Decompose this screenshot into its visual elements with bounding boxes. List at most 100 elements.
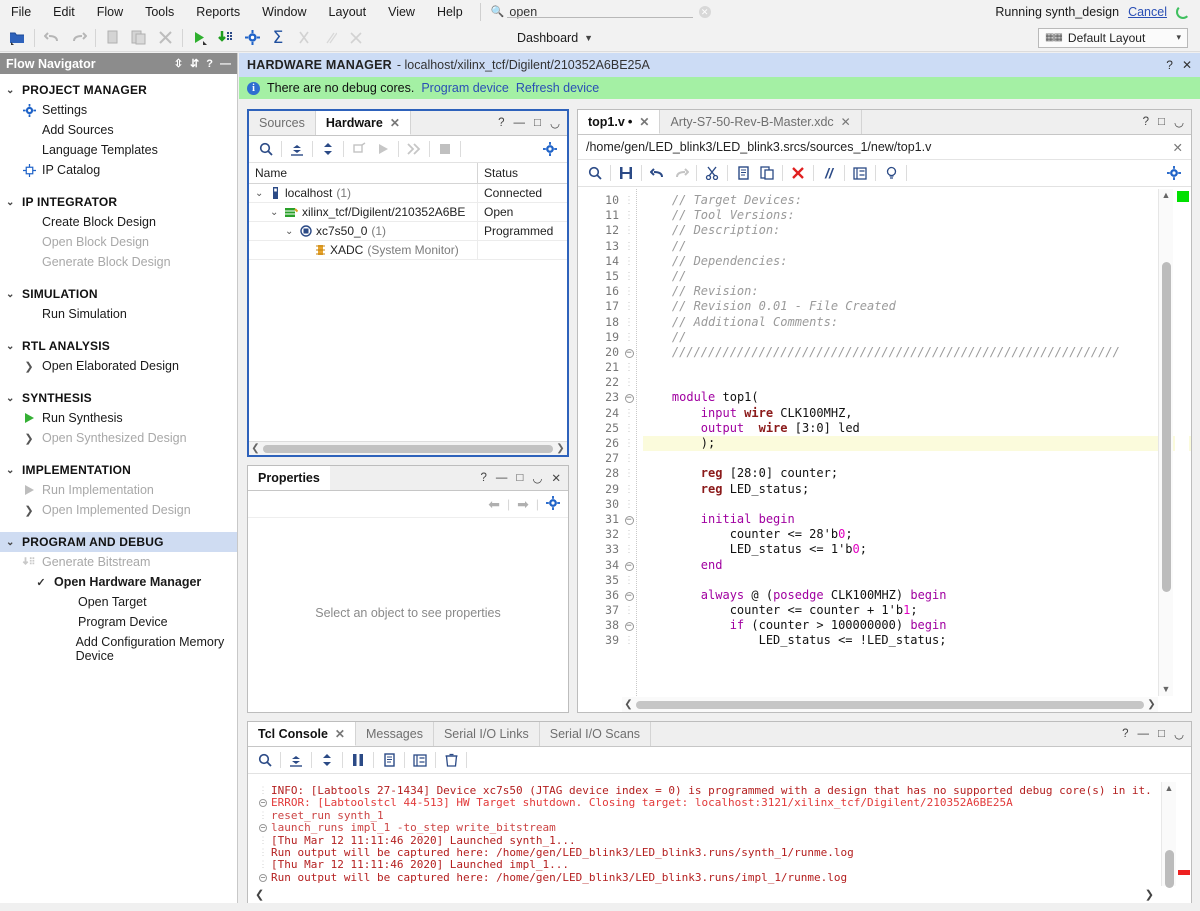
- tcl-hscrollbar[interactable]: ❮ ❯: [249, 887, 1160, 902]
- code-line[interactable]: [643, 573, 1191, 588]
- flow-item-settings[interactable]: Settings: [0, 100, 237, 120]
- flow-section-implementation[interactable]: ⌄ IMPLEMENTATION: [0, 460, 237, 480]
- editor-code[interactable]: // Target Devices: // Tool Versions: // …: [636, 189, 1191, 696]
- close-icon[interactable]: ✕: [639, 115, 649, 129]
- tab-serial-io-scans[interactable]: Serial I/O Scans: [540, 722, 652, 746]
- flow-item-open-target[interactable]: Open Target: [0, 592, 237, 612]
- scroll-thumb[interactable]: [263, 444, 553, 453]
- scroll-thumb[interactable]: [1165, 850, 1174, 888]
- help-icon[interactable]: ?: [206, 58, 213, 70]
- code-line[interactable]: if (counter > 100000000) begin: [643, 618, 1191, 633]
- scroll-right-icon[interactable]: ❯: [554, 443, 567, 454]
- scroll-down-icon[interactable]: ▼: [1162, 683, 1171, 696]
- tab-sources[interactable]: Sources: [249, 111, 316, 135]
- flow-item-run-simulation[interactable]: Run Simulation: [0, 304, 237, 324]
- tcl-fold-column[interactable]: ⋮ − ⋮ − ⋮ ⋮ ⋮ −: [255, 785, 271, 886]
- comment-icon[interactable]: //: [817, 162, 841, 184]
- tab-top1-v[interactable]: top1.v • ✕: [578, 110, 661, 134]
- expand-twisty-icon[interactable]: ⌄: [255, 188, 266, 199]
- maximize-icon[interactable]: □: [1158, 728, 1165, 740]
- program-device-link[interactable]: Program device: [421, 81, 509, 95]
- code-line[interactable]: [643, 375, 1191, 390]
- clear-search-icon[interactable]: ✕: [698, 5, 711, 18]
- search-icon[interactable]: [253, 749, 277, 771]
- code-line[interactable]: reg LED_status;: [643, 482, 1191, 497]
- code-line[interactable]: initial begin: [643, 512, 1191, 527]
- menu-layout[interactable]: Layout: [318, 3, 378, 21]
- forward-arrow-icon[interactable]: ➡: [517, 496, 529, 513]
- scroll-thumb[interactable]: [1162, 262, 1171, 592]
- code-line[interactable]: // Target Devices:: [643, 193, 1191, 208]
- close-icon[interactable]: ✕: [551, 471, 561, 485]
- expand-all-icon[interactable]: [315, 749, 339, 771]
- search-icon[interactable]: [583, 162, 607, 184]
- expand-twisty-icon[interactable]: ⌄: [270, 207, 281, 218]
- wrap-lines-icon[interactable]: [408, 749, 432, 771]
- copy-icon[interactable]: [377, 749, 401, 771]
- scroll-left-icon[interactable]: ❮: [249, 443, 262, 454]
- menu-reports[interactable]: Reports: [185, 3, 251, 21]
- flow-item-add-configuration-memory-device[interactable]: Add Configuration Memory Device: [0, 632, 237, 666]
- help-icon[interactable]: ?: [1143, 116, 1149, 128]
- code-line[interactable]: [643, 360, 1191, 375]
- flow-item-ip-catalog[interactable]: IP Catalog: [0, 160, 237, 180]
- tab-hardware[interactable]: Hardware ✕: [315, 111, 411, 135]
- code-line[interactable]: //: [643, 330, 1191, 345]
- flow-item-generate-bitstream[interactable]: Generate Bitstream: [0, 552, 237, 572]
- code-line[interactable]: counter <= counter + 1'b1;: [643, 603, 1191, 618]
- refresh-device-link[interactable]: Refresh device: [516, 81, 599, 95]
- flow-item-open-implemented-design[interactable]: ❯ Open Implemented Design: [0, 500, 237, 520]
- copy-icon[interactable]: [100, 26, 126, 50]
- search-icon[interactable]: [254, 138, 278, 160]
- minimize-icon[interactable]: —: [496, 472, 508, 484]
- tab-messages[interactable]: Messages: [356, 722, 434, 746]
- flow-item-open-hardware-manager[interactable]: ✓ Open Hardware Manager: [0, 572, 237, 592]
- tab-properties[interactable]: Properties: [248, 466, 330, 490]
- download-bitstream-icon[interactable]: [213, 26, 239, 50]
- minimize-icon[interactable]: —: [514, 117, 526, 129]
- fold-toggle-icon[interactable]: −: [622, 558, 636, 573]
- pause-icon[interactable]: [346, 749, 370, 771]
- scroll-up-icon[interactable]: ▲: [1165, 782, 1174, 795]
- minimize-icon[interactable]: —: [1138, 728, 1150, 740]
- code-line[interactable]: // Tool Versions:: [643, 208, 1191, 223]
- search-box[interactable]: 🔍 open ✕: [491, 5, 711, 19]
- fold-toggle-icon[interactable]: −: [622, 588, 636, 603]
- flow-item-add-sources[interactable]: Add Sources: [0, 120, 237, 140]
- code-line[interactable]: end: [643, 558, 1191, 573]
- scroll-up-icon[interactable]: ▲: [1162, 189, 1171, 202]
- menu-window[interactable]: Window: [251, 3, 317, 21]
- menu-help[interactable]: Help: [426, 3, 474, 21]
- code-line[interactable]: );: [643, 436, 1191, 452]
- code-line[interactable]: // Description:: [643, 223, 1191, 238]
- float-icon[interactable]: ◡: [1174, 115, 1184, 129]
- flow-item-create-block-design[interactable]: Create Block Design: [0, 212, 237, 232]
- copy-icon[interactable]: [731, 162, 755, 184]
- flow-section-project-manager[interactable]: ⌄ PROJECT MANAGER: [0, 80, 237, 100]
- flow-section-synthesis[interactable]: ⌄ SYNTHESIS: [0, 388, 237, 408]
- editor-hscrollbar[interactable]: ❮ ❯: [622, 697, 1158, 712]
- fold-toggle-icon[interactable]: −: [255, 872, 271, 884]
- redo-icon[interactable]: [65, 26, 91, 50]
- hardware-row[interactable]: ⌄ xc7s50_0 (1) Programmed: [249, 222, 567, 241]
- cancel-run-link[interactable]: Cancel: [1128, 5, 1167, 19]
- flow-item-open-block-design[interactable]: Open Block Design: [0, 232, 237, 252]
- maximize-icon[interactable]: □: [1158, 116, 1165, 128]
- close-icon[interactable]: ✕: [1173, 140, 1183, 155]
- undo-icon[interactable]: [39, 26, 65, 50]
- clear-console-icon[interactable]: [439, 749, 463, 771]
- delete-icon[interactable]: [152, 26, 178, 50]
- minimize-icon[interactable]: —: [220, 58, 231, 70]
- code-line[interactable]: counter <= 28'b0;: [643, 527, 1191, 542]
- menu-flow[interactable]: Flow: [86, 3, 134, 21]
- code-line[interactable]: // Dependencies:: [643, 254, 1191, 269]
- code-line[interactable]: always @ (posedge CLK100MHZ) begin: [643, 588, 1191, 603]
- cut-icon[interactable]: [700, 162, 724, 184]
- flow-item-program-device[interactable]: Program Device: [0, 612, 237, 632]
- tab-serial-io-links[interactable]: Serial I/O Links: [434, 722, 540, 746]
- fold-toggle-icon[interactable]: −: [622, 618, 636, 633]
- tab-tcl-console[interactable]: Tcl Console ✕: [248, 722, 356, 746]
- maximize-icon[interactable]: □: [534, 117, 541, 129]
- flow-section-rtl-analysis[interactable]: ⌄ RTL ANALYSIS: [0, 336, 237, 356]
- lightbulb-icon[interactable]: [879, 162, 903, 184]
